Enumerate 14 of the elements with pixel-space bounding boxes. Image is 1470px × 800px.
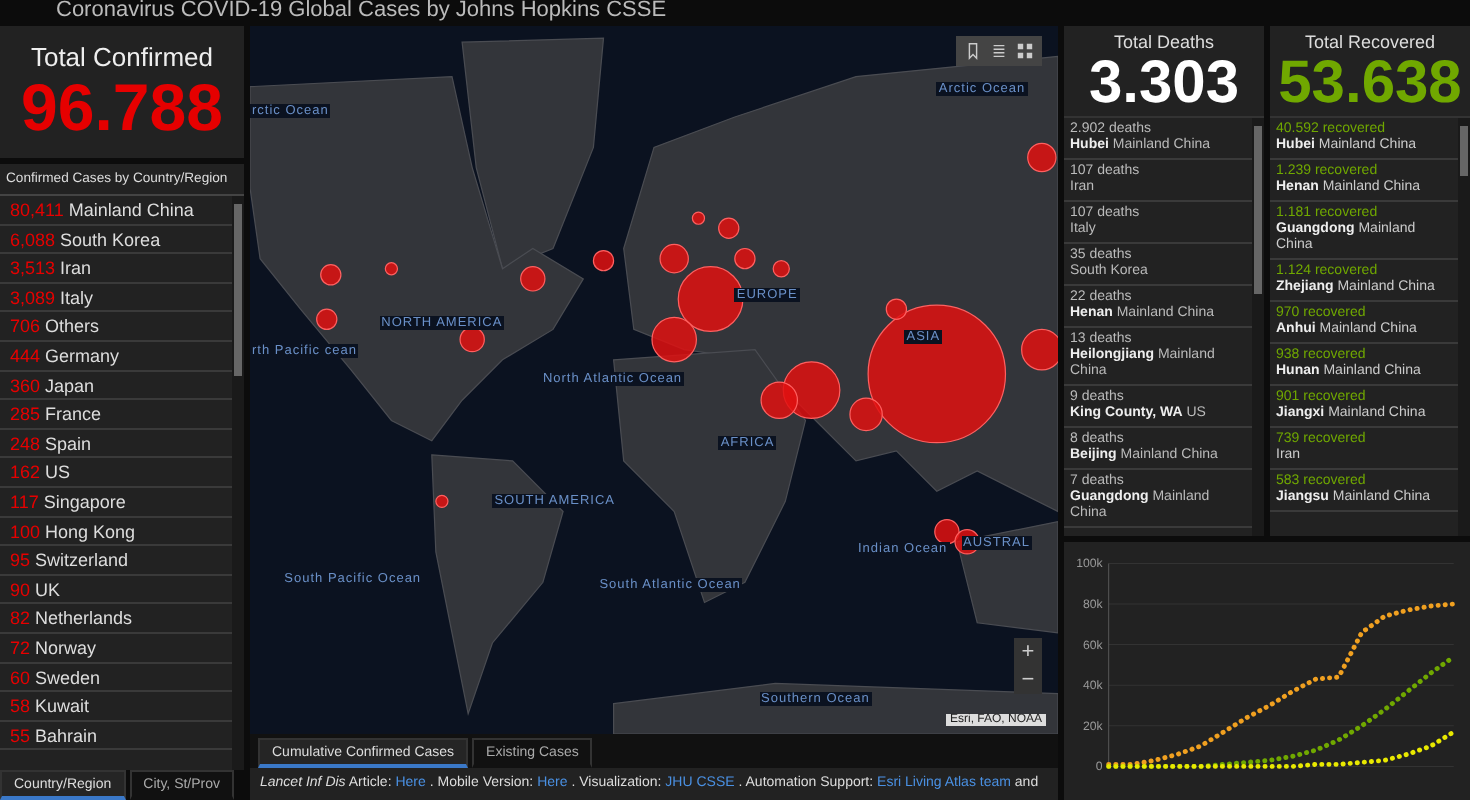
dashboard-title: Coronavirus COVID-19 Global Cases by Johns Hopkins CSSE [54, 0, 669, 26]
scrollbar[interactable] [232, 196, 244, 770]
scrollbar[interactable] [1252, 118, 1264, 536]
bookmark-icon[interactable] [964, 42, 982, 60]
total-deaths-label: Total Deaths [1113, 32, 1215, 52]
scrollbar[interactable] [1458, 118, 1470, 536]
total-confirmed-value: 96.788 [21, 71, 223, 143]
total-confirmed-label: Total Confirmed [30, 41, 214, 71]
total-deaths-value: 3.303 [1088, 52, 1240, 116]
list-icon[interactable] [990, 42, 1008, 60]
grid-icon[interactable] [1016, 42, 1034, 60]
total-recovered-value: 53.638 [1278, 52, 1462, 116]
total-recovered-label: Total Recovered [1304, 32, 1436, 52]
world-map-drawing[interactable] [250, 26, 1058, 734]
